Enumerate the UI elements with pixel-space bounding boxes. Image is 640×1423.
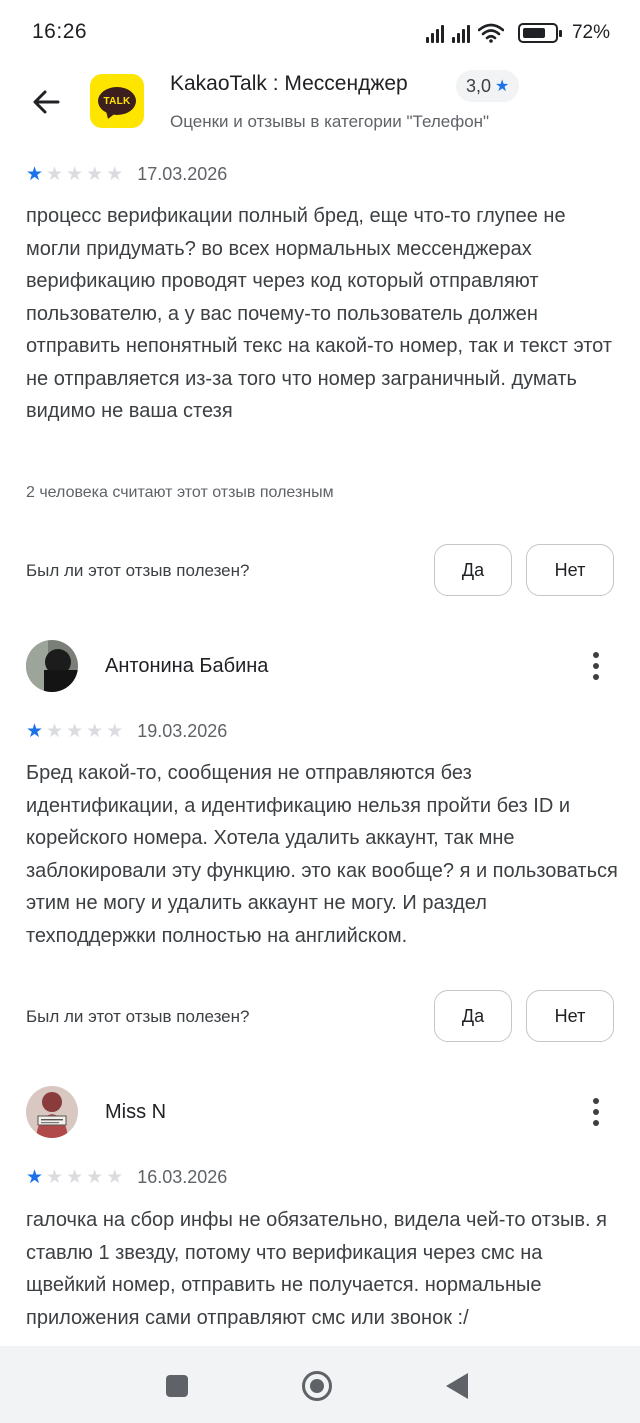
review-author: Miss N (26, 1086, 166, 1138)
star-icon: ★ (26, 720, 44, 742)
author-name: Miss N (105, 1100, 167, 1123)
back-button[interactable] (22, 82, 70, 122)
nav-home-button[interactable] (297, 1366, 337, 1406)
more-options-button[interactable] (582, 1092, 610, 1132)
review-meta: ★ ★ ★ ★ ★ 17.03.2026 (26, 162, 227, 186)
helpful-count: 2 человека считают этот отзыв полезным (26, 484, 334, 501)
helpful-no-button[interactable]: Нет (526, 990, 614, 1042)
review-meta: ★ ★ ★ ★ ★ 16.03.2026 (26, 1165, 227, 1189)
star-icon: ★ (46, 720, 64, 742)
battery-icon (517, 23, 562, 43)
helpful-question: Был ли этот отзыв полезен? (26, 1007, 250, 1026)
status-icons: 72% (425, 20, 610, 46)
helpful-yes-button[interactable]: Да (434, 544, 512, 596)
arrow-back-icon (33, 90, 60, 114)
review-text: процесс верификации полный бред, еще что… (26, 205, 612, 422)
review-date: 17.03.2026 (137, 163, 228, 184)
page-subtitle: Оценки и отзывы в категории "Телефон" (170, 112, 490, 131)
more-options-button[interactable] (582, 646, 610, 686)
square-icon (166, 1375, 188, 1397)
helpful-no-button[interactable]: Нет (526, 544, 614, 596)
status-time: 16:26 (32, 20, 88, 43)
star-rating: ★ ★ ★ ★ ★ (26, 165, 123, 184)
star-icon: ★ (66, 163, 84, 185)
app-icon: TALK (90, 74, 144, 128)
battery-percent: 72% (571, 22, 610, 43)
system-nav-bar (0, 1346, 640, 1423)
star-icon: ★ (46, 1166, 64, 1188)
nav-back-button[interactable] (437, 1366, 477, 1406)
star-icon: ★ (86, 163, 104, 185)
review-text: Бред какой-то, сообщения не отправляются… (26, 762, 618, 947)
signal-icon (425, 23, 444, 43)
star-icon: ★ (26, 163, 44, 185)
star-icon: ★ (106, 163, 124, 185)
nav-recents-button[interactable] (157, 1366, 197, 1406)
star-icon: ★ (106, 720, 124, 742)
review-meta: ★ ★ ★ ★ ★ 19.03.2026 (26, 719, 227, 743)
circle-icon (302, 1371, 332, 1401)
review-text: галочка на сбор инфы не обязательно, вид… (26, 1209, 607, 1329)
star-icon: ★ (26, 1166, 44, 1188)
more-vert-icon (593, 1098, 599, 1104)
triangle-back-icon (446, 1373, 468, 1399)
app-title: KakaoTalk : Мессенджер (170, 72, 408, 95)
status-bar: 16:26 72% (0, 0, 640, 64)
star-rating: ★ ★ ★ ★ ★ (26, 722, 123, 741)
helpful-question: Был ли этот отзыв полезен? (26, 561, 250, 580)
star-rating: ★ ★ ★ ★ ★ (26, 1168, 123, 1187)
star-icon: ★ (86, 720, 104, 742)
rating-value: 3,0 (466, 75, 492, 96)
author-name: Антонина Бабина (105, 654, 269, 677)
avatar (26, 640, 78, 692)
star-icon: ★ (66, 720, 84, 742)
app-header: TALK KakaoTalk : Мессенджер 3,0 ★ Оценки… (0, 64, 640, 144)
star-icon: ★ (106, 1166, 124, 1188)
review-date: 16.03.2026 (137, 1166, 228, 1187)
star-icon: ★ (495, 78, 510, 95)
star-icon: ★ (66, 1166, 84, 1188)
rating-badge: 3,0 ★ (456, 70, 520, 102)
review-date: 19.03.2026 (137, 720, 228, 741)
signal-icon-2 (451, 23, 470, 43)
star-icon: ★ (46, 163, 64, 185)
more-vert-icon (593, 652, 599, 658)
star-icon: ★ (86, 1166, 104, 1188)
helpful-yes-button[interactable]: Да (434, 990, 512, 1042)
review-author: Антонина Бабина (26, 640, 268, 692)
app-icon-logo: TALK (98, 87, 136, 115)
avatar (26, 1086, 78, 1138)
wifi-icon (477, 23, 504, 43)
